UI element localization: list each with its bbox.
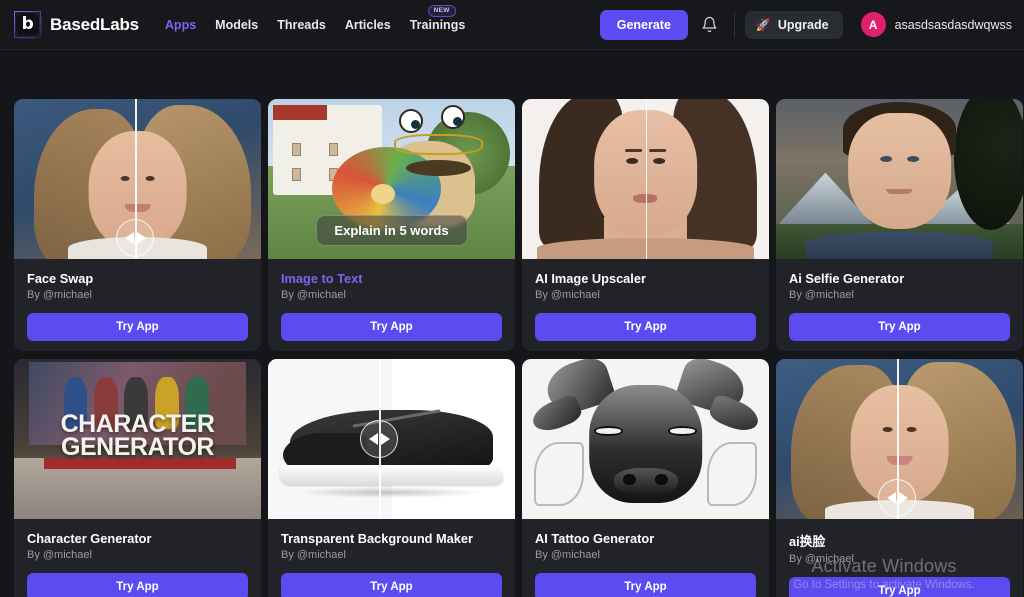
basedlabs-logo-icon: b [13,10,42,39]
app-card-image-to-text[interactable]: Explain in 5 words Image to Text By @mic… [268,99,515,351]
new-badge: NEW [427,4,456,17]
upgrade-label: Upgrade [777,17,829,32]
top-navigation-bar: b BasedLabs Apps Models Threads Articles… [0,0,1024,50]
nav-item-threads[interactable]: Threads [277,18,326,32]
header-actions: Generate 🚀 Upgrade A asasdsasdasdwqwss [599,9,1012,40]
arrow-left-icon [124,232,134,245]
card-body: Transparent Background Maker By @michael… [268,519,515,597]
card-image-ai-face-swap-cn[interactable] [776,359,1023,519]
upgrade-button[interactable]: 🚀 Upgrade [744,10,843,39]
card-image-ai-tattoo-generator[interactable] [522,359,769,519]
app-card-transparent-background-maker[interactable]: Transparent Background Maker By @michael… [268,359,515,597]
card-author: By @michael [27,549,92,561]
try-app-button[interactable]: Try App [27,573,248,597]
arrow-right-icon [380,433,390,445]
card-image-image-to-text[interactable]: Explain in 5 words [268,99,515,259]
nav-item-apps[interactable]: Apps [165,18,196,32]
character-generator-illustration: CHARACTER GENERATOR [14,359,261,519]
app-card-ai-tattoo-generator[interactable]: AI Tattoo Generator By @michael Try App [522,359,769,597]
generate-button[interactable]: Generate [599,9,688,40]
card-author: By @michael [281,289,346,301]
main-nav: Apps Models Threads Articles NEW Trainin… [165,4,466,32]
header-divider [733,11,735,38]
logo-glyph: b [21,14,34,34]
nav-item-trainings-label: Trainings [409,17,466,32]
card-author: By @michael [789,553,854,565]
app-card-ai-selfie-generator[interactable]: Ai Selfie Generator By @michael Try App [776,99,1023,351]
app-card-character-generator[interactable]: CHARACTER GENERATOR Character Generator B… [14,359,261,597]
try-app-button[interactable]: Try App [789,313,1010,341]
comparison-slider-handle[interactable] [360,420,399,458]
card-body: AI Image Upscaler By @michael Try App [522,259,769,351]
card-title: Face Swap [27,271,94,286]
nav-item-models[interactable]: Models [215,18,258,32]
card-image-character-generator[interactable]: CHARACTER GENERATOR [14,359,261,519]
avatar: A [860,12,886,37]
try-app-button[interactable]: Try App [789,577,1010,597]
card-image-ai-image-upscaler[interactable] [522,99,769,259]
card-image-ai-selfie-generator[interactable] [776,99,1023,259]
card-title: Image to Text [281,271,363,286]
try-app-button[interactable]: Try App [535,573,756,597]
app-card-grid: Face Swap By @michael Try App Explain in… [14,99,1023,597]
notifications-bell-icon[interactable] [688,16,732,33]
username-label: asasdsasdasdwqwss [894,17,1012,32]
arrow-right-icon [898,492,908,505]
card-author: By @michael [535,549,600,561]
try-app-button[interactable]: Try App [27,313,248,341]
comparison-slider-handle[interactable] [878,479,917,518]
billboard-text: CHARACTER GENERATOR [60,410,215,462]
card-author: By @michael [27,289,92,301]
card-author: By @michael [535,289,600,301]
arrow-left-icon [886,492,896,505]
card-image-transparent-background-maker[interactable] [268,359,515,519]
card-title: Ai Selfie Generator [789,271,905,286]
card-body: Character Generator By @michael Try App [14,519,261,597]
card-title: ai换脸 [789,534,826,549]
bull-tattoo-illustration [522,359,769,519]
card-body: ai换脸 By @michael Try App [776,519,1023,597]
card-title: AI Image Upscaler [535,271,646,286]
app-card-ai-image-upscaler[interactable]: AI Image Upscaler By @michael Try App [522,99,769,351]
nav-item-articles[interactable]: Articles [345,18,391,32]
image-overlay-prompt: Explain in 5 words [315,215,468,246]
arrow-left-icon [368,433,378,445]
card-body: Ai Selfie Generator By @michael Try App [776,259,1023,351]
try-app-button[interactable]: Try App [535,313,756,341]
try-app-button[interactable]: Try App [281,313,502,341]
card-title: Character Generator [27,531,152,546]
try-app-button[interactable]: Try App [281,573,502,597]
card-body: AI Tattoo Generator By @michael Try App [522,519,769,597]
rocket-icon: 🚀 [755,17,771,32]
selfie-illustration [776,99,1023,259]
nav-item-trainings[interactable]: NEW Trainings [409,4,466,32]
arrow-right-icon [136,232,146,245]
comparison-slider-handle[interactable] [116,219,155,258]
brand-name: BasedLabs [50,14,139,34]
app-card-ai-face-swap-cn[interactable]: ai换脸 By @michael Try App [776,359,1023,597]
card-title: AI Tattoo Generator [535,531,655,546]
card-author: By @michael [281,549,346,561]
brand-logo[interactable]: b BasedLabs [13,10,139,39]
app-card-face-swap[interactable]: Face Swap By @michael Try App [14,99,261,351]
comparison-divider [645,99,647,259]
card-image-face-swap[interactable] [14,99,261,259]
card-body: Image to Text By @michael Try App [268,259,515,351]
card-author: By @michael [789,289,854,301]
card-body: Face Swap By @michael Try App [14,259,261,351]
user-menu[interactable]: A asasdsasdasdwqwss [860,12,1012,37]
card-title: Transparent Background Maker [281,531,474,546]
